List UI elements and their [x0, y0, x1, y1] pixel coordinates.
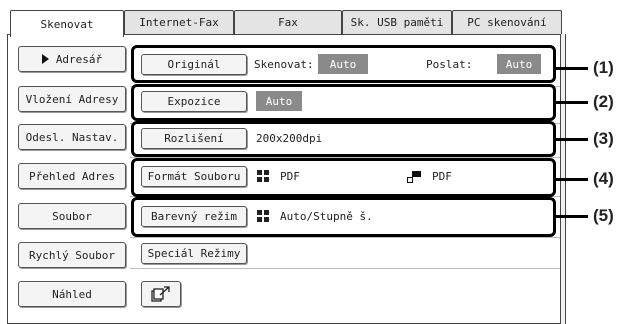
- sidebar-item-label: Soubor: [52, 209, 92, 223]
- sidebar-item-prehled-adres[interactable]: Přehled Adres: [18, 163, 126, 189]
- callout-box-1: [131, 45, 556, 83]
- sidebar-item-label: Odesl. Nastav.: [25, 130, 119, 144]
- callout-line-5: [556, 215, 588, 218]
- callout-line-2: [556, 101, 588, 104]
- sidebar-item-label: Adresář: [55, 52, 103, 66]
- sidebar-item-nahled[interactable]: Náhled: [18, 281, 126, 307]
- sidebar-item-odesl-nastav[interactable]: Odesl. Nastav.: [18, 124, 126, 150]
- sidebar-item-label: Přehled Adres: [28, 169, 116, 183]
- tab-internet-fax[interactable]: Internet-Fax: [124, 10, 234, 34]
- tab-pc-skenovani[interactable]: PC skenování: [452, 10, 562, 34]
- callout-label-4: (4): [593, 169, 614, 188]
- callout-label-5: (5): [593, 206, 614, 225]
- special-modes-button[interactable]: Speciál Režimy: [141, 243, 247, 264]
- tab-fax[interactable]: Fax: [234, 10, 342, 34]
- triangle-right-icon: [41, 54, 49, 64]
- sidebar-item-label: Vložení Adresy: [25, 92, 119, 106]
- callout-box-2: [131, 84, 556, 121]
- callout-label-1: (1): [593, 58, 614, 77]
- tab-sk-usb-pameti[interactable]: Sk. USB paměti: [342, 10, 452, 34]
- sidebar-item-rychly-soubor[interactable]: Rychlý Soubor: [18, 242, 126, 268]
- callout-line-3: [556, 138, 588, 141]
- sidebar-item-label: Náhled: [52, 287, 92, 301]
- sidebar-item-soubor[interactable]: Soubor: [18, 203, 126, 229]
- tab-skenovat[interactable]: Skenovat: [10, 10, 124, 37]
- callout-label-3: (3): [593, 129, 614, 148]
- row-divider: [130, 237, 560, 238]
- callout-box-4: [131, 158, 556, 197]
- export-button[interactable]: [141, 281, 181, 307]
- row-divider: [130, 268, 560, 269]
- sidebar-item-adresar[interactable]: Adresář: [18, 46, 126, 72]
- callout-line-4: [556, 178, 588, 181]
- sidebar-item-vlozeni-adresy[interactable]: Vložení Adresy: [18, 86, 126, 112]
- export-icon: [151, 286, 170, 302]
- callout-box-5: [131, 197, 556, 237]
- callout-line-1: [556, 67, 588, 70]
- callout-box-3: [131, 121, 556, 157]
- callout-label-2: (2): [593, 92, 614, 111]
- sidebar-item-label: Rychlý Soubor: [28, 248, 116, 262]
